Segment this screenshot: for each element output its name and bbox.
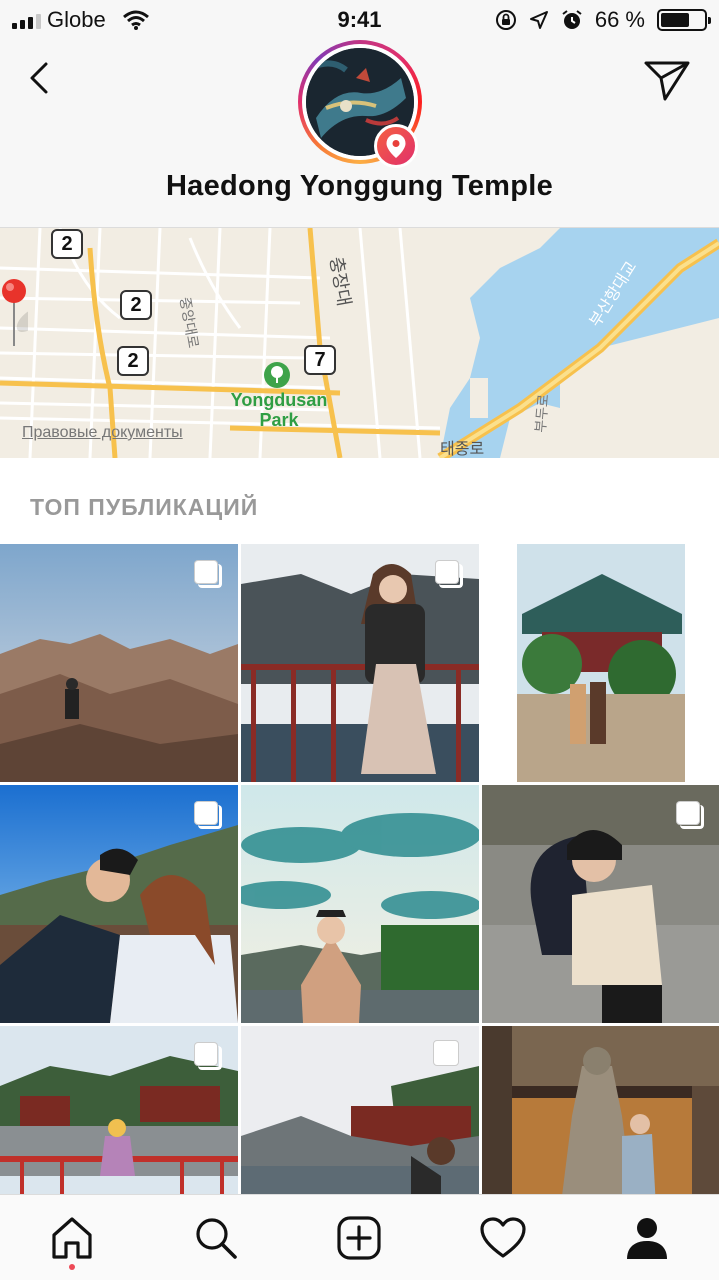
- location-avatar[interactable]: [298, 40, 422, 168]
- orientation-lock-icon: [495, 10, 516, 30]
- post-thumbnail[interactable]: [482, 544, 719, 782]
- status-bar: Globe 9:41 66 %: [0, 0, 719, 40]
- location-badge: [374, 124, 418, 168]
- heart-icon: [480, 1216, 526, 1258]
- multiple-photos-icon: [435, 560, 465, 590]
- tab-profile[interactable]: [575, 1195, 719, 1280]
- post-thumbnail[interactable]: [0, 544, 238, 782]
- plus-square-icon: [337, 1215, 382, 1260]
- section-title-top-posts: ТОП ПУБЛИКАЦИЙ: [30, 494, 259, 520]
- notification-dot: [68, 1264, 75, 1270]
- svg-text:태종로: 태종로: [440, 439, 484, 458]
- profile-icon: [627, 1217, 668, 1259]
- multiple-photos-icon: [676, 801, 706, 831]
- post-thumbnail[interactable]: [482, 1026, 719, 1194]
- tab-activity[interactable]: [431, 1195, 575, 1280]
- location-header: Haedong Yonggung Temple: [0, 40, 719, 228]
- tab-search[interactable]: [144, 1195, 288, 1280]
- status-right: 66 %: [495, 7, 711, 32]
- multiple-photos-icon: [433, 1040, 463, 1070]
- park-label: Yongdusan Park: [230, 390, 328, 430]
- alarm-icon: [562, 10, 582, 29]
- share-button[interactable]: [643, 58, 691, 102]
- location-pin-icon: [386, 134, 406, 158]
- route-badge: 2: [120, 290, 152, 320]
- location-arrow-icon: [529, 11, 548, 29]
- top-posts-grid: [0, 544, 719, 1194]
- back-button[interactable]: [20, 58, 60, 98]
- multiple-photos-icon: [194, 801, 224, 831]
- tab-create[interactable]: [288, 1195, 432, 1280]
- route-badge: 2: [51, 229, 83, 259]
- post-thumbnail[interactable]: [241, 785, 479, 1023]
- multiple-photos-icon: [194, 560, 224, 590]
- post-thumbnail[interactable]: [241, 1026, 479, 1194]
- location-map[interactable]: 충장대 부산항대교 태종로 중앙대로 부두로 2 2 2 7 Yongdusan…: [0, 228, 719, 458]
- svg-text:부두로: 부두로: [533, 393, 552, 433]
- battery-icon: [657, 9, 711, 31]
- home-icon: [52, 1216, 92, 1259]
- bottom-tab-bar: [0, 1194, 719, 1280]
- legal-documents-link[interactable]: Правовые документы: [22, 424, 183, 442]
- route-badge: 7: [304, 345, 336, 375]
- post-thumbnail[interactable]: [482, 785, 719, 1023]
- post-thumbnail[interactable]: [0, 1026, 238, 1194]
- park-icon: [264, 362, 290, 388]
- battery-percent: 66 %: [594, 7, 645, 32]
- chevron-left-icon: [30, 62, 48, 94]
- post-thumbnail[interactable]: [0, 785, 238, 1023]
- search-icon: [196, 1217, 237, 1259]
- route-badge: 2: [117, 346, 149, 376]
- post-thumbnail[interactable]: [241, 544, 479, 782]
- map-pin-icon: [2, 279, 28, 346]
- page-title: Haedong Yonggung Temple: [165, 170, 554, 202]
- tab-home[interactable]: [0, 1195, 144, 1280]
- paper-plane-icon: [644, 61, 690, 101]
- multiple-photos-icon: [194, 1042, 224, 1072]
